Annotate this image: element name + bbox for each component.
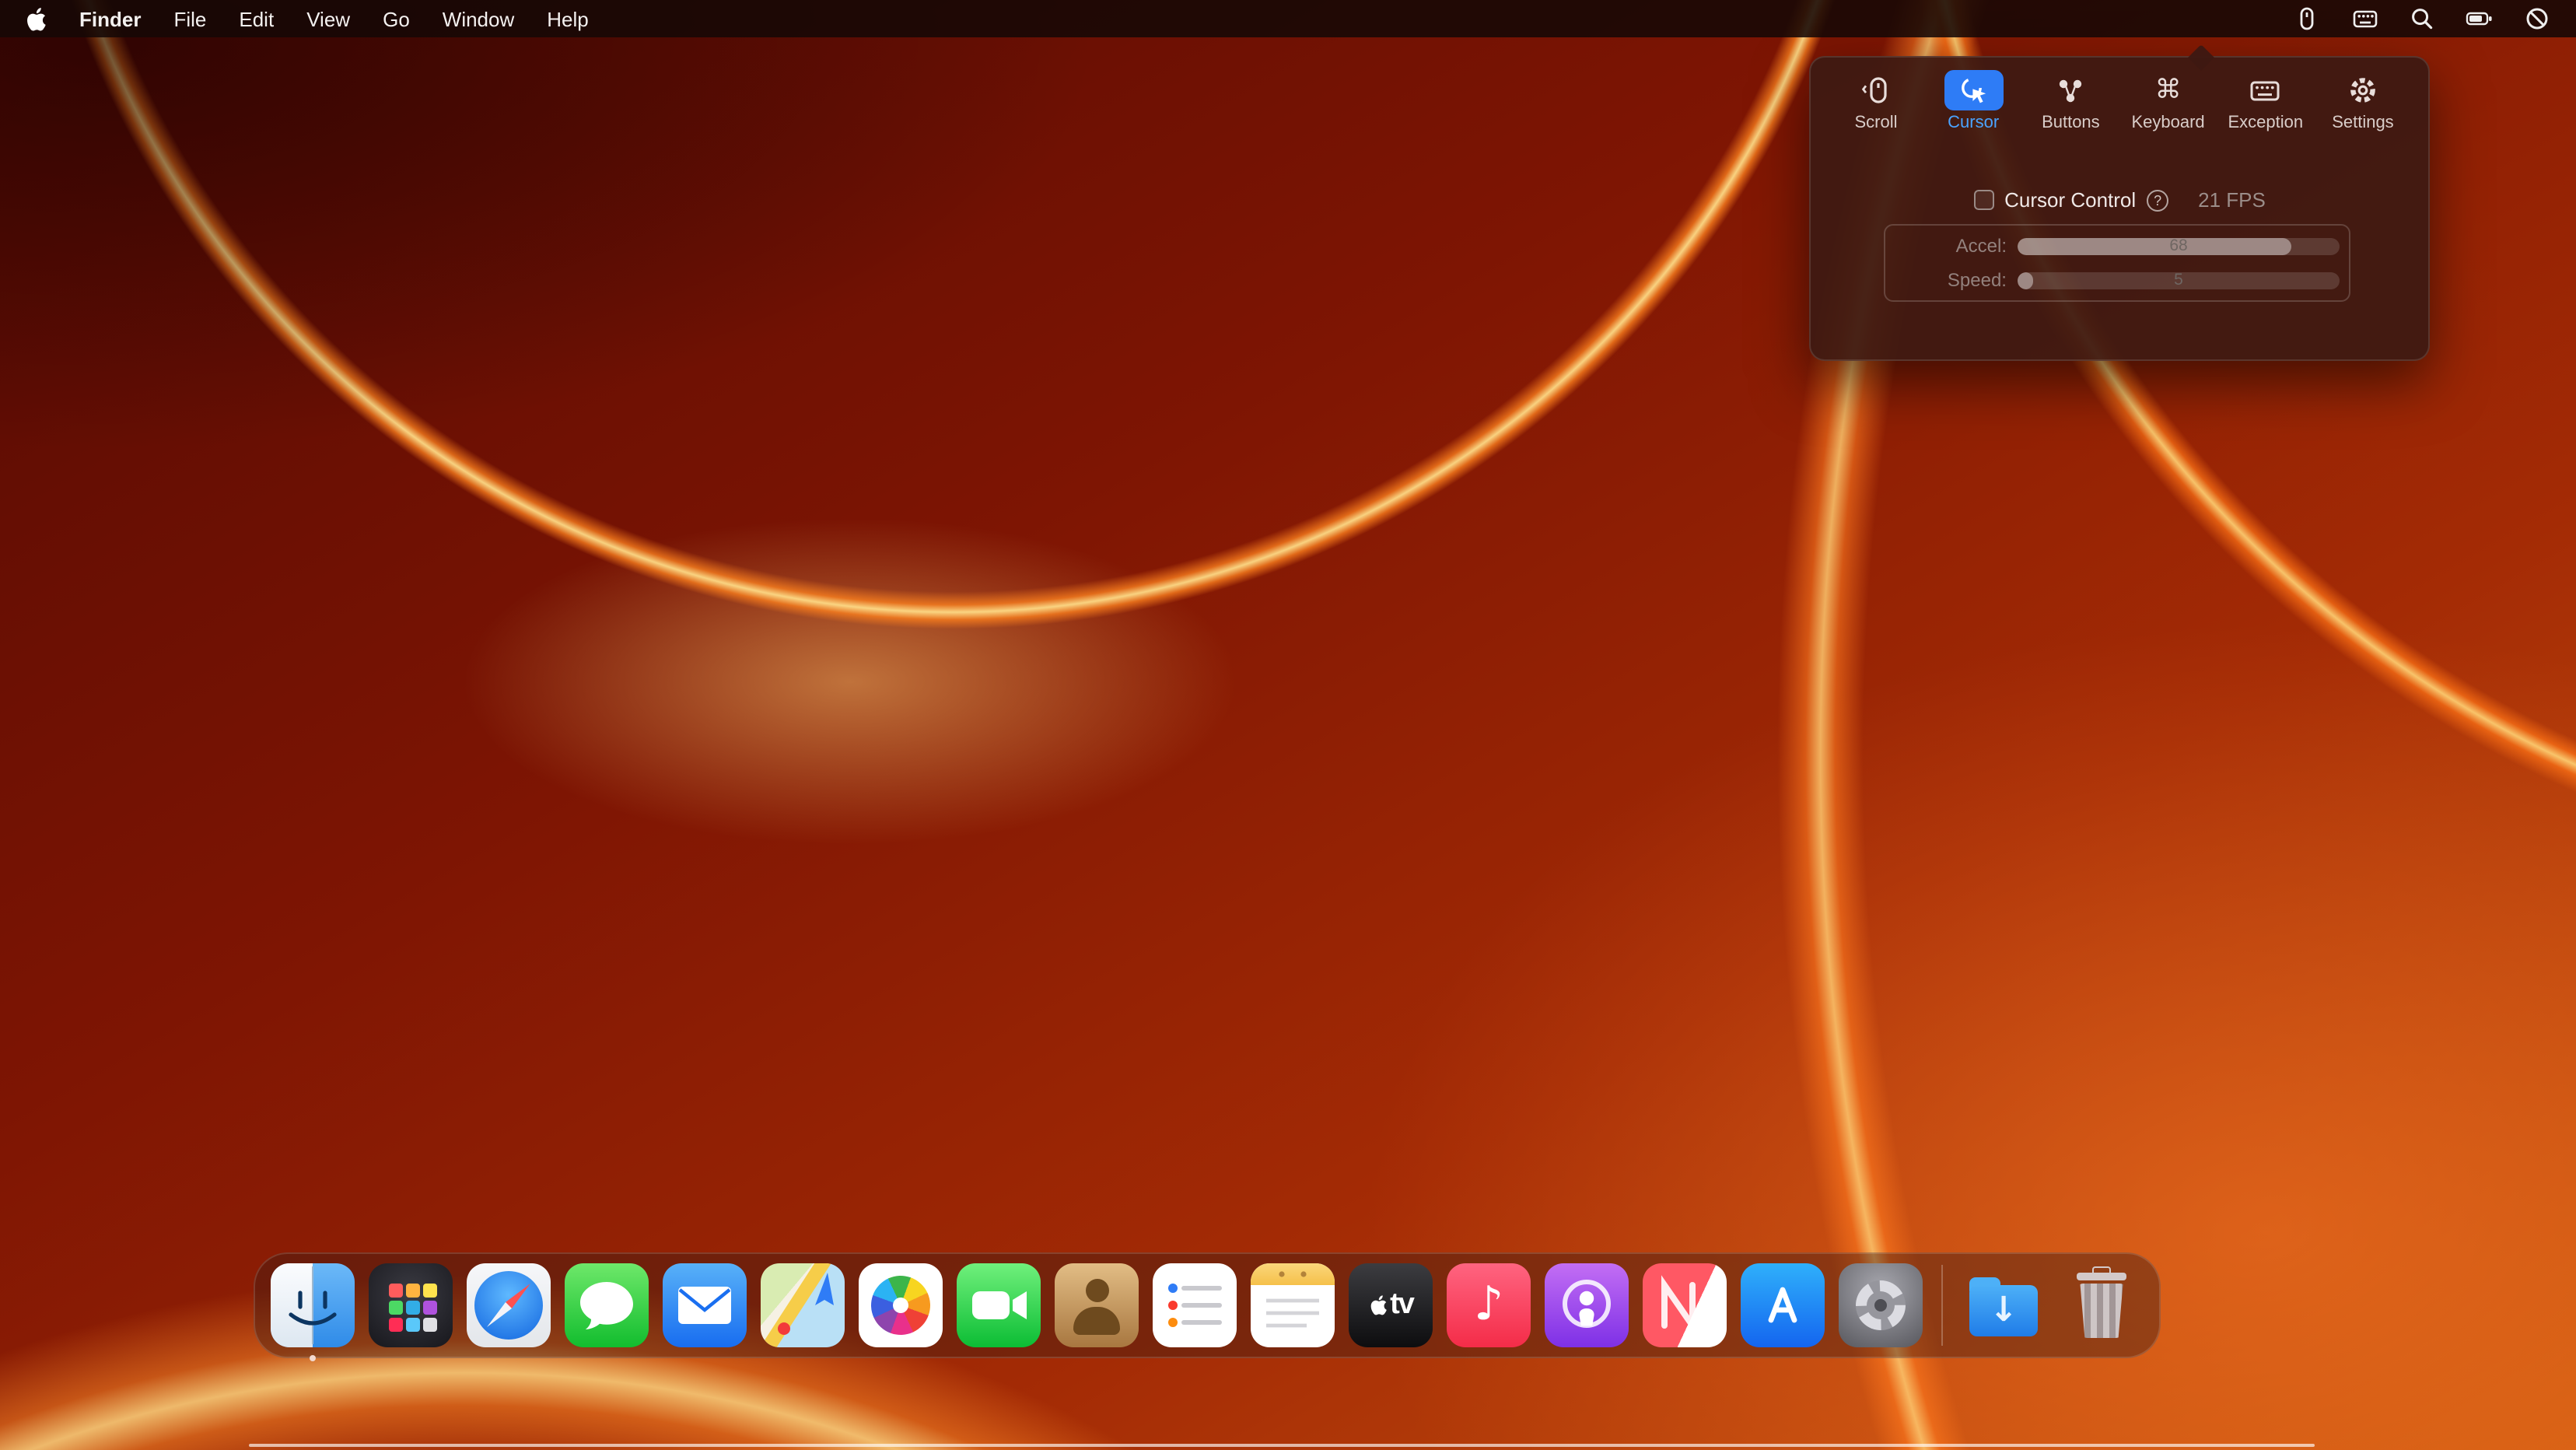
fps-readout: 21 FPS xyxy=(2198,188,2266,212)
speed-label: Speed: xyxy=(1895,269,2007,291)
accel-slider: 68 xyxy=(2018,237,2340,254)
tab-label: Settings xyxy=(2332,114,2394,132)
command-key-icon: ⌘ xyxy=(2139,70,2198,110)
dock-item-launchpad[interactable] xyxy=(369,1263,453,1347)
keyboard-icon[interactable] xyxy=(2350,5,2378,33)
dock-item-reminders[interactable] xyxy=(1153,1263,1237,1347)
accel-label: Accel: xyxy=(1895,235,2007,257)
tab-label: Buttons xyxy=(2042,114,2100,132)
speed-value: 5 xyxy=(2018,271,2340,289)
speed-slider: 5 xyxy=(2018,271,2340,289)
mouse-utility-panel: Scroll Cursor Buttons ⌘ Keyboard xyxy=(1809,56,2430,361)
mouse-scroll-icon xyxy=(1846,70,1906,110)
dock-item-tv[interactable]: tv xyxy=(1349,1263,1433,1347)
maps-icon xyxy=(761,1263,845,1347)
apple-menu-icon[interactable] xyxy=(25,5,47,32)
reminders-icon xyxy=(1153,1263,1237,1347)
notes-icon xyxy=(1251,1263,1335,1347)
tab-settings[interactable]: Settings xyxy=(2316,70,2410,132)
tab-exception[interactable]: Exception xyxy=(2219,70,2312,132)
menu-edit[interactable]: Edit xyxy=(239,7,274,30)
keyboard-grid-icon xyxy=(2236,70,2295,110)
podcasts-icon xyxy=(1545,1263,1629,1347)
dock-item-system-settings[interactable] xyxy=(1839,1263,1923,1347)
finder-icon xyxy=(271,1263,355,1347)
tab-keyboard[interactable]: ⌘ Keyboard xyxy=(2122,70,2215,132)
panel-tab-bar: Scroll Cursor Buttons ⌘ Keyboard xyxy=(1811,58,2428,132)
battery-icon[interactable] xyxy=(2466,5,2494,33)
mouse-buttons-icon xyxy=(2041,70,2100,110)
tab-label: Keyboard xyxy=(2131,114,2204,132)
help-icon[interactable]: ? xyxy=(2147,189,2168,211)
gear-icon xyxy=(2333,70,2392,110)
running-indicator xyxy=(310,1355,316,1361)
dock-item-maps[interactable] xyxy=(761,1263,845,1347)
contacts-icon xyxy=(1055,1263,1139,1347)
dock-item-photos[interactable] xyxy=(859,1263,943,1347)
menu-view[interactable]: View xyxy=(306,7,350,30)
tab-scroll[interactable]: Scroll xyxy=(1829,70,1923,132)
dock-separator xyxy=(1941,1265,1943,1346)
dock-item-trash[interactable] xyxy=(2060,1263,2144,1347)
speed-row: Speed: 5 xyxy=(1895,266,2340,294)
dock-item-mail[interactable] xyxy=(663,1263,747,1347)
dock-item-appstore[interactable] xyxy=(1741,1263,1825,1347)
tab-label: Cursor xyxy=(1948,114,1999,132)
mouse-status-icon[interactable] xyxy=(2293,5,2321,33)
dock-item-safari[interactable] xyxy=(467,1263,551,1347)
apple-tv-icon: tv xyxy=(1349,1263,1433,1347)
messages-icon xyxy=(565,1263,649,1347)
cursor-click-icon xyxy=(1944,70,2003,110)
do-not-disturb-icon[interactable] xyxy=(2523,5,2551,33)
background-window-edge xyxy=(249,1444,2315,1447)
tab-buttons[interactable]: Buttons xyxy=(2024,70,2117,132)
dock-item-podcasts[interactable] xyxy=(1545,1263,1629,1347)
dock-item-notes[interactable] xyxy=(1251,1263,1335,1347)
safari-icon xyxy=(467,1263,551,1347)
cursor-control-row: Cursor Control ? 21 FPS xyxy=(1811,188,2428,212)
accel-row: Accel: 68 xyxy=(1895,232,2340,260)
dock-item-finder[interactable] xyxy=(271,1263,355,1347)
cursor-control-checkbox[interactable] xyxy=(1973,190,1993,210)
menu-bar: Finder File Edit View Go Window Help xyxy=(0,0,2576,37)
facetime-icon xyxy=(957,1263,1041,1347)
dock-item-music[interactable]: ♪ xyxy=(1447,1263,1531,1347)
dock: tv ♪ xyxy=(254,1252,2161,1358)
system-settings-icon xyxy=(1839,1263,1923,1347)
accel-value: 68 xyxy=(2018,237,2340,254)
downloads-folder-icon: ↓ xyxy=(1962,1263,2046,1347)
app-store-icon xyxy=(1741,1263,1825,1347)
menu-window[interactable]: Window xyxy=(443,7,515,30)
menu-help[interactable]: Help xyxy=(547,7,589,30)
menu-go[interactable]: Go xyxy=(383,7,410,30)
menu-file[interactable]: File xyxy=(173,7,206,30)
trash-icon xyxy=(2060,1263,2144,1347)
tab-cursor[interactable]: Cursor xyxy=(1927,70,2020,132)
music-icon: ♪ xyxy=(1447,1263,1531,1347)
dock-item-facetime[interactable] xyxy=(957,1263,1041,1347)
spotlight-search-icon[interactable] xyxy=(2408,5,2436,33)
dock-item-news[interactable] xyxy=(1643,1263,1727,1347)
dock-item-downloads[interactable]: ↓ xyxy=(1962,1263,2046,1347)
launchpad-icon xyxy=(369,1263,453,1347)
tab-label: Exception xyxy=(2228,114,2303,132)
mail-icon xyxy=(663,1263,747,1347)
tab-label: Scroll xyxy=(1854,114,1897,132)
cursor-control-label: Cursor Control xyxy=(2004,188,2136,212)
photos-icon xyxy=(859,1263,943,1347)
menu-app-name[interactable]: Finder xyxy=(79,7,141,30)
dock-item-contacts[interactable] xyxy=(1055,1263,1139,1347)
screen: Finder File Edit View Go Window Help xyxy=(0,0,2576,1450)
cursor-settings-group: Accel: 68 Speed: 5 xyxy=(1884,224,2350,302)
dock-item-messages[interactable] xyxy=(565,1263,649,1347)
news-icon xyxy=(1643,1263,1727,1347)
